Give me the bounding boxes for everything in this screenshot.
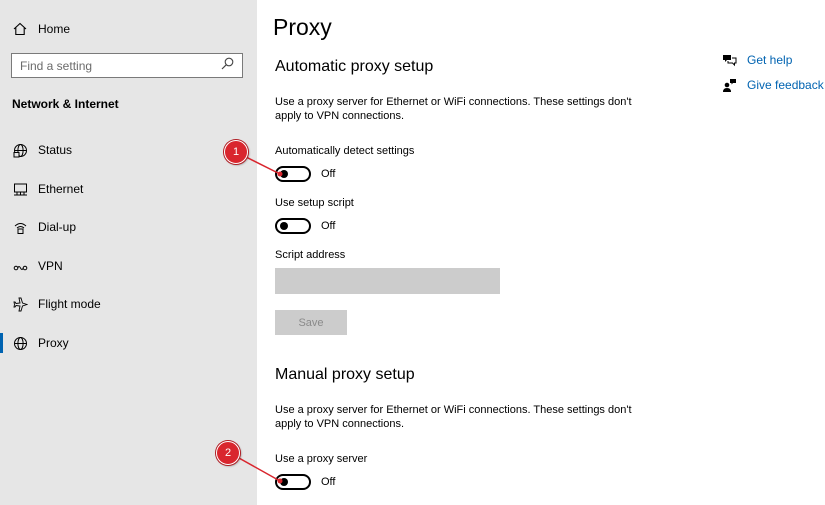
sidebar-item-ethernet[interactable]: Ethernet <box>0 173 257 205</box>
globe-icon <box>12 335 28 351</box>
sidebar-item-label: VPN <box>38 259 63 273</box>
sidebar: Home Network & Internet Status Ethernet … <box>0 0 257 505</box>
script-address-input[interactable] <box>275 268 500 294</box>
setup-script-label: Use setup script <box>275 197 354 209</box>
give-feedback-link[interactable]: Give feedback <box>721 77 824 93</box>
dial-up-icon <box>12 219 28 235</box>
get-help-text[interactable]: Get help <box>747 53 792 67</box>
sidebar-item-label: Ethernet <box>38 182 84 196</box>
feedback-icon <box>721 77 737 93</box>
airplane-icon <box>12 296 28 312</box>
sidebar-item-label: Flight mode <box>38 297 101 311</box>
toggle-switch[interactable] <box>275 166 311 182</box>
sidebar-item-vpn[interactable]: VPN <box>0 250 257 282</box>
toggle-knob <box>280 478 288 486</box>
home-nav-item[interactable]: Home <box>0 14 257 44</box>
sidebar-item-status[interactable]: Status <box>0 134 257 166</box>
callout-marker-1: 1 <box>224 140 248 164</box>
sidebar-item-proxy[interactable]: Proxy <box>0 327 257 359</box>
chat-help-icon <box>721 52 737 68</box>
home-icon <box>12 21 28 37</box>
manual-proxy-heading: Manual proxy setup <box>275 366 415 383</box>
toggle-knob <box>280 222 288 230</box>
toggle-knob <box>280 170 288 178</box>
give-feedback-text[interactable]: Give feedback <box>747 78 824 92</box>
vpn-icon <box>12 258 28 274</box>
script-address-label: Script address <box>275 249 346 261</box>
search-input[interactable] <box>20 58 210 73</box>
automatic-proxy-heading: Automatic proxy setup <box>275 58 434 75</box>
search-box[interactable] <box>11 53 243 78</box>
sidebar-item-flight-mode[interactable]: Flight mode <box>0 288 257 320</box>
setup-script-toggle[interactable]: Off <box>275 218 335 234</box>
toggle-state-text: Off <box>321 220 336 232</box>
globe-status-icon <box>12 142 28 158</box>
use-proxy-toggle[interactable]: Off <box>275 474 335 490</box>
toggle-switch[interactable] <box>275 218 311 234</box>
ethernet-icon <box>12 181 28 197</box>
toggle-state-text: Off <box>321 168 336 180</box>
get-help-link[interactable]: Get help <box>721 52 792 68</box>
auto-detect-label: Automatically detect settings <box>275 145 415 157</box>
sidebar-item-label: Status <box>38 143 73 157</box>
manual-proxy-description: Use a proxy server for Ethernet or WiFi … <box>275 404 632 430</box>
sidebar-item-dial-up[interactable]: Dial-up <box>0 211 257 243</box>
section-title: Network & Internet <box>12 97 119 111</box>
save-button[interactable]: Save <box>275 310 347 335</box>
home-label: Home <box>38 22 71 36</box>
use-proxy-label: Use a proxy server <box>275 453 368 465</box>
callout-marker-2: 2 <box>216 441 240 465</box>
toggle-switch[interactable] <box>275 474 311 490</box>
automatic-proxy-description: Use a proxy server for Ethernet or WiFi … <box>275 96 632 122</box>
search-icon[interactable] <box>221 57 234 75</box>
toggle-state-text: Off <box>321 476 336 488</box>
page-title: Proxy <box>273 14 332 40</box>
sidebar-item-label: Dial-up <box>38 220 77 234</box>
sidebar-item-label: Proxy <box>38 336 69 350</box>
auto-detect-toggle[interactable]: Off <box>275 166 335 182</box>
